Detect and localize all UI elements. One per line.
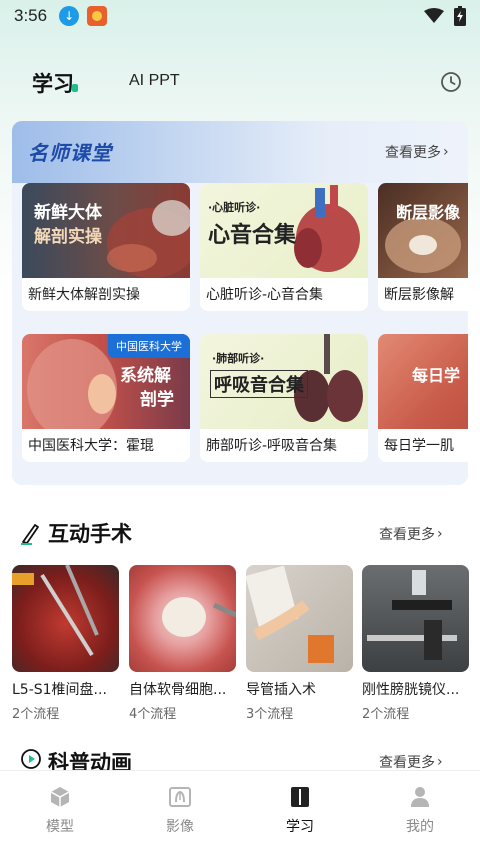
thumb-line-2: 解剖实操 <box>34 227 102 247</box>
bottom-navigation: 模型 影像 学习 我的 <box>0 770 480 855</box>
course-card[interactable]: ·心脏听诊· 心音合集 心脏听诊-心音合集 <box>200 183 368 311</box>
course-title: 断层影像解 <box>384 287 454 303</box>
nav-item-model[interactable]: 模型 <box>0 771 120 855</box>
clock-icon[interactable] <box>440 71 462 93</box>
section-title: 互动手术 <box>48 522 132 546</box>
surgery-card[interactable]: 导管插入术 3个流程 <box>246 565 353 720</box>
surgery-name: L5-S1椎间盘... <box>12 682 107 698</box>
course-thumbnail: 断层影像 <box>378 183 468 278</box>
surgery-see-more-link[interactable]: 查看更多 › <box>379 524 443 544</box>
thumb-line-2: 剖学 <box>140 390 174 410</box>
surgery-card[interactable]: 刚性膀胱镜仪... 2个流程 <box>362 565 469 720</box>
surgery-step-count: 2个流程 <box>12 707 60 720</box>
status-bar: 3:56 ↓ <box>0 0 480 32</box>
course-title: 中国医科大学：霍琨 <box>28 438 154 454</box>
thumb-tag: ·肺部听诊· <box>212 352 265 365</box>
animation-see-more-link[interactable]: 查看更多 › <box>379 754 443 770</box>
cartilage-illustration <box>162 597 236 637</box>
nav-item-study[interactable]: 学习 <box>240 771 360 855</box>
see-more-label: 查看更多 <box>379 755 435 770</box>
surgery-card[interactable]: 自体软骨细胞... 4个流程 <box>129 565 236 720</box>
active-tab-indicator <box>72 84 78 92</box>
tab-ai-ppt[interactable]: AI PPT <box>129 72 180 90</box>
see-more-label: 查看更多 <box>379 527 435 543</box>
course-title: 新鲜大体解剖实操 <box>28 287 140 303</box>
person-icon <box>411 787 429 807</box>
thumb-tag: ·心脏听诊· <box>208 201 261 214</box>
chevron-right-icon: › <box>443 144 449 160</box>
nav-item-imaging[interactable]: 影像 <box>120 771 240 855</box>
surgery-card[interactable]: L5-S1椎间盘... 2个流程 <box>12 565 119 720</box>
book-icon <box>291 787 309 807</box>
surgery-section-header: 互动手术 <box>20 518 132 548</box>
thumb-line-1: 心音合集 <box>208 222 297 248</box>
battery-icon <box>454 6 466 26</box>
course-title: 肺部听诊-呼吸音合集 <box>206 438 338 454</box>
course-thumbnail: 中国医科大学 系统解 剖学 <box>22 334 190 429</box>
scalpel-icon <box>21 524 39 545</box>
animation-section-header: 科普动画 <box>20 748 132 770</box>
nav-item-profile[interactable]: 我的 <box>360 771 480 855</box>
surgery-step-count: 2个流程 <box>362 707 410 720</box>
status-time: 3:56 <box>14 6 48 25</box>
spine-surgery-illustration <box>12 565 99 657</box>
thumb-line-1: 断层影像 <box>396 203 461 222</box>
surgery-list: L5-S1椎间盘... 2个流程 自体软骨细胞... 4个流程 导管插入术 3个… <box>12 565 480 720</box>
thumb-line-1: 呼吸音合集 <box>210 370 308 398</box>
catheter-illustration <box>246 565 334 663</box>
xray-icon <box>169 787 191 807</box>
famous-teacher-section: 名师课堂 查看更多 › 新鲜大体 解剖实操 新鲜大体解剖实操 ·心脏听诊· 心音… <box>12 121 468 485</box>
thumb-line-1: 系统解 <box>120 366 171 386</box>
course-thumbnail: 每日学 <box>378 334 468 429</box>
nav-label: 我的 <box>406 819 434 835</box>
surgery-thumbnail <box>362 565 469 672</box>
course-title: 心脏听诊-心音合集 <box>206 287 324 303</box>
course-card[interactable]: 中国医科大学 系统解 剖学 中国医科大学：霍琨 <box>22 334 190 462</box>
tab-study[interactable]: 学习 <box>32 68 74 98</box>
course-card[interactable]: ·肺部听诊· 呼吸音合集 肺部听诊-呼吸音合集 <box>200 334 368 462</box>
course-card[interactable]: 断层影像 断层影像解 <box>378 183 468 311</box>
course-thumbnail: ·心脏听诊· 心音合集 <box>200 183 368 278</box>
wifi-icon <box>424 8 444 23</box>
nav-label: 影像 <box>166 819 194 835</box>
course-thumbnail: ·肺部听诊· 呼吸音合集 <box>200 334 368 429</box>
see-more-label: 查看更多 <box>385 145 441 161</box>
section-title: 名师课堂 <box>28 141 112 165</box>
course-title: 每日学一肌 <box>384 438 454 454</box>
surgery-name: 自体软骨细胞... <box>129 682 227 698</box>
nav-label: 模型 <box>46 819 74 835</box>
surgery-step-count: 4个流程 <box>129 707 177 720</box>
surgery-name: 导管插入术 <box>246 682 316 698</box>
chevron-right-icon: › <box>437 754 443 770</box>
university-tag: 中国医科大学 <box>108 334 190 358</box>
cystoscope-illustration <box>367 570 457 660</box>
app-notification-icon <box>87 6 108 26</box>
play-circle-icon <box>21 749 41 769</box>
course-grid: 新鲜大体 解剖实操 新鲜大体解剖实操 ·心脏听诊· 心音合集 心脏听诊-心音合集 <box>22 183 468 483</box>
surgery-thumbnail <box>129 565 236 672</box>
famous-see-more-link[interactable]: 查看更多 › <box>385 142 449 162</box>
cube-icon <box>50 787 70 807</box>
top-tab-bar: 学习 AI PPT <box>0 60 480 104</box>
thumb-line-1: 每日学 <box>412 366 461 385</box>
surgery-step-count: 3个流程 <box>246 707 294 720</box>
course-card[interactable]: 每日学 每日学一肌 <box>378 334 468 462</box>
surgery-thumbnail <box>12 565 119 672</box>
course-card[interactable]: 新鲜大体 解剖实操 新鲜大体解剖实操 <box>22 183 190 311</box>
chevron-right-icon: › <box>437 526 443 542</box>
surgery-name: 刚性膀胱镜仪... <box>362 682 460 698</box>
download-icon: ↓ <box>59 6 80 26</box>
course-thumbnail: 新鲜大体 解剖实操 <box>22 183 190 278</box>
surgery-thumbnail <box>246 565 353 672</box>
cross-section-illustration <box>385 217 461 273</box>
thumb-line-1: 新鲜大体 <box>34 203 102 223</box>
nav-label: 学习 <box>286 819 314 835</box>
section-title: 科普动画 <box>48 751 132 770</box>
